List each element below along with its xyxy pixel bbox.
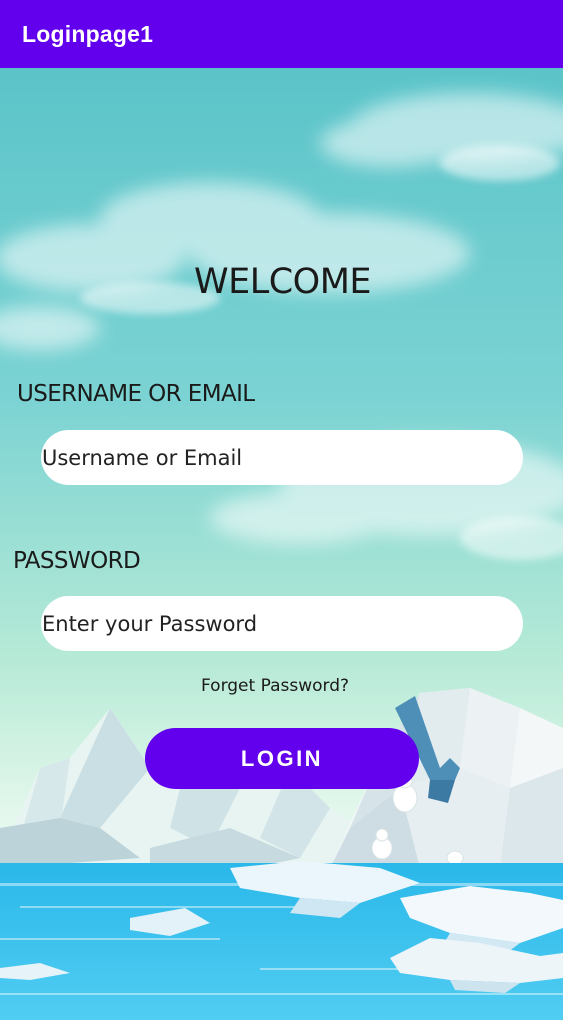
login-button[interactable]: LOGIN [145, 728, 419, 789]
welcome-heading: WELCOME [193, 262, 372, 302]
username-label: USERNAME OR EMAIL [17, 381, 255, 407]
password-input[interactable] [42, 611, 523, 636]
background-illustration [0, 68, 563, 1020]
forgot-password-link[interactable]: Forget Password? [201, 676, 349, 696]
app-bar: Loginpage1 [0, 0, 563, 68]
username-field-container [41, 430, 523, 485]
username-input[interactable] [42, 445, 523, 470]
password-label: PASSWORD [13, 548, 141, 574]
app-title: Loginpage1 [22, 20, 154, 47]
password-field-container [41, 596, 523, 651]
